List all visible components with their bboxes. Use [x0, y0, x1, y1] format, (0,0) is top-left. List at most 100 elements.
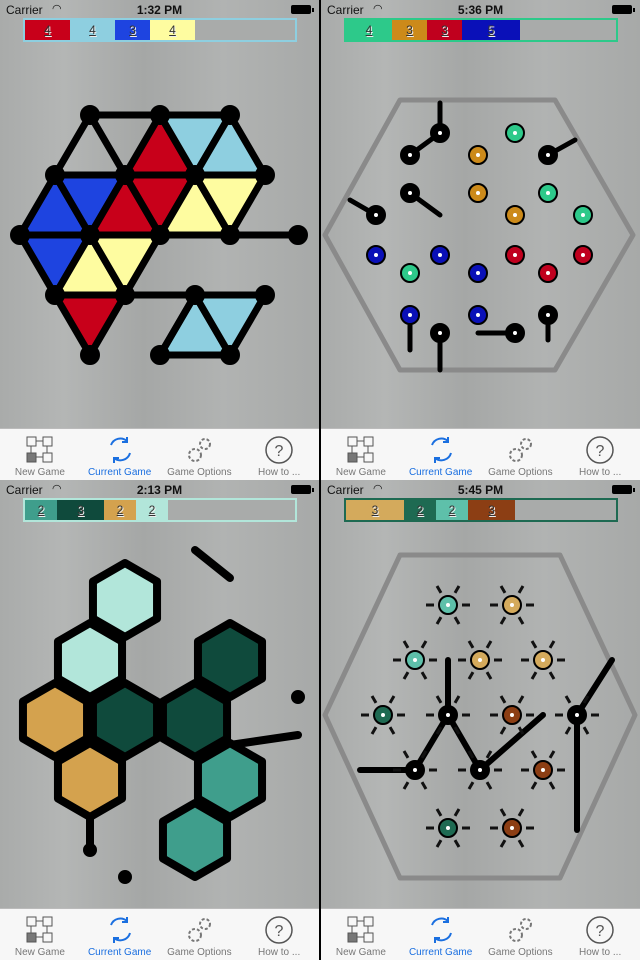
- node-center: [438, 331, 442, 335]
- board-vertex[interactable]: [45, 285, 65, 305]
- node-center: [446, 826, 450, 830]
- tab-game-options[interactable]: Game Options: [481, 429, 561, 480]
- node-spoke: [530, 671, 538, 680]
- player-score: 3: [468, 500, 515, 520]
- svg-text:?: ?: [275, 443, 284, 460]
- board-vertex[interactable]: [255, 285, 275, 305]
- tab-game-options[interactable]: Game Options: [160, 429, 240, 480]
- tab-current-game[interactable]: Current Game: [80, 429, 160, 480]
- tab-how-to[interactable]: ? How to ...: [239, 429, 319, 480]
- tab-label: Game Options: [167, 947, 232, 958]
- node-center: [408, 271, 412, 275]
- board-vertex[interactable]: [115, 165, 135, 185]
- tab-current-game[interactable]: Current Game: [80, 909, 160, 960]
- tab-game-options[interactable]: Game Options: [160, 909, 240, 960]
- node-center: [408, 153, 412, 157]
- node-center: [510, 713, 514, 717]
- hexagon-cell[interactable]: [53, 739, 127, 821]
- board-outline[interactable]: [322, 97, 636, 373]
- node-spoke: [548, 781, 556, 790]
- node-spoke: [485, 671, 493, 680]
- player-score: 3: [115, 20, 150, 40]
- game-screen: Carrier ◠ 5:45 PM 3 2 2 3 New Game Current Game G…: [321, 480, 640, 960]
- tab-label: Current Game: [87, 947, 152, 958]
- tab-new-game[interactable]: New Game: [0, 909, 80, 960]
- node-center: [478, 768, 482, 772]
- board-vertex[interactable]: [220, 345, 240, 365]
- game-board[interactable]: [321, 480, 640, 908]
- tab-new-game[interactable]: New Game: [321, 909, 401, 960]
- board-vertex[interactable]: [150, 345, 170, 365]
- node-center: [510, 826, 514, 830]
- board-vertex[interactable]: [80, 105, 100, 125]
- node-spoke: [499, 808, 507, 817]
- tab-current-game[interactable]: Current Game: [401, 429, 481, 480]
- node-spoke: [548, 671, 556, 680]
- tab-bar: New Game Current Game Game Options ? How to …: [321, 428, 640, 480]
- tab-label: New Game: [335, 467, 386, 478]
- board-vertex[interactable]: [185, 285, 205, 305]
- board-vertex[interactable]: [185, 165, 205, 185]
- tab-bar: New Game Current Game Game Options? How to …: [0, 428, 319, 480]
- tab-current-game[interactable]: Current Game: [401, 909, 481, 960]
- board-vertex[interactable]: [80, 345, 100, 365]
- tab-label: New Game: [335, 947, 386, 958]
- node-center: [476, 191, 480, 195]
- node-spoke: [564, 726, 572, 735]
- game-board[interactable]: [0, 0, 319, 428]
- board-vertex[interactable]: [10, 225, 30, 245]
- board-vertex[interactable]: [150, 105, 170, 125]
- node-spoke: [517, 839, 525, 848]
- player-score: 5: [462, 20, 520, 40]
- tab-label: How to ...: [258, 947, 301, 958]
- node-spoke: [499, 616, 507, 625]
- player-score: 2: [104, 500, 136, 520]
- node-spoke: [402, 750, 410, 759]
- node-spoke: [453, 695, 461, 704]
- node-spoke: [370, 695, 378, 704]
- node-center: [513, 331, 517, 335]
- game-board[interactable]: [0, 480, 319, 908]
- tab-how-to[interactable]: ? How to ...: [560, 429, 640, 480]
- score-bar: 4434: [23, 18, 297, 42]
- board-vertex[interactable]: [288, 225, 308, 245]
- player-score: 4: [25, 20, 70, 40]
- node-center: [513, 131, 517, 135]
- new-game-grid-icon: [26, 916, 53, 943]
- node-spoke: [435, 585, 443, 594]
- tab-how-to[interactable]: ? How to ...: [560, 909, 640, 960]
- game-screen: Carrier ◠ 1:32 PM 4 4 3 4 New Game Current Game G…: [0, 0, 319, 480]
- game-board[interactable]: [321, 0, 640, 428]
- node-spoke: [517, 695, 525, 704]
- tab-label: Game Options: [488, 467, 553, 478]
- tab-game-options[interactable]: Game Options: [481, 909, 561, 960]
- board-vertex[interactable]: [115, 285, 135, 305]
- board-edge: [226, 731, 302, 749]
- board-vertex[interactable]: [220, 225, 240, 245]
- board-vertex[interactable]: [150, 225, 170, 245]
- node-spoke: [485, 750, 493, 759]
- question-mark-icon: ?: [586, 436, 614, 464]
- hexagon-cell[interactable]: [158, 799, 232, 881]
- board-vertex[interactable]: [291, 690, 305, 704]
- new-game-grid-icon: [26, 436, 53, 463]
- node-spoke: [388, 695, 396, 704]
- tab-how-to[interactable]: ? How to ...: [239, 909, 319, 960]
- node-center: [546, 191, 550, 195]
- tab-new-game[interactable]: New Game: [321, 429, 401, 480]
- board-vertex[interactable]: [83, 843, 97, 857]
- refresh-cycle-icon: [430, 437, 452, 463]
- board-outline[interactable]: [322, 552, 638, 881]
- node-spoke: [402, 640, 410, 649]
- board-vertex[interactable]: [220, 105, 240, 125]
- node-spoke: [467, 671, 475, 680]
- board-vertex[interactable]: [80, 225, 100, 245]
- tab-new-game[interactable]: New Game: [0, 429, 80, 480]
- board-vertex[interactable]: [255, 165, 275, 185]
- tab-label: How to ...: [579, 947, 622, 958]
- board-vertex[interactable]: [118, 870, 132, 884]
- score-bar: 3223: [344, 498, 618, 522]
- board-vertex[interactable]: [45, 165, 65, 185]
- gears-icon: [188, 438, 212, 462]
- player-score: 4: [346, 20, 392, 40]
